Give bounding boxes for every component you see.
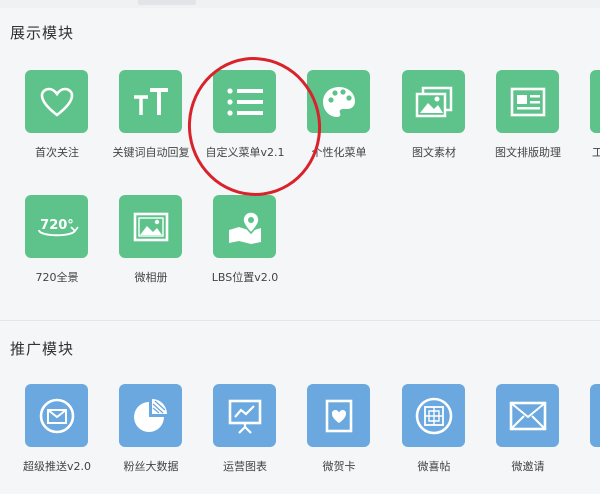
tile-lbs-location[interactable]: LBS位置v2.0 [200, 195, 290, 305]
tile-keyword-auto-reply[interactable]: 关键词自动回复 [106, 70, 196, 180]
tile-label: 图文排版助理 [495, 146, 561, 159]
photo-album-icon [119, 195, 182, 258]
section-divider [0, 320, 600, 321]
tile-label: 720全景 [35, 271, 79, 284]
text-size-icon [119, 70, 182, 133]
tile-label: 工 [592, 146, 600, 159]
map-pin-icon [213, 195, 276, 258]
partial-tile-icon [590, 384, 600, 447]
greeting-card-icon [307, 384, 370, 447]
images-icon [402, 70, 465, 133]
tile-label: 粉丝大数据 [123, 460, 179, 473]
tile-micro-album[interactable]: 微相册 [106, 195, 196, 305]
tile-720-panorama[interactable]: 720° 720全景 [12, 195, 102, 305]
tile-layout-assistant[interactable]: 图文排版助理 [483, 70, 573, 180]
mail-push-icon [25, 384, 88, 447]
newspaper-icon [496, 70, 559, 133]
tile-label: 微贺卡 [322, 460, 356, 473]
pie-chart-icon [119, 384, 182, 447]
section-title-display: 展示模块 [10, 24, 75, 42]
tile-label: 微相册 [134, 271, 168, 284]
wedding-invite-icon [402, 384, 465, 447]
tile-label: 微邀请 [511, 460, 545, 473]
presentation-chart-icon [213, 384, 276, 447]
heart-icon [25, 70, 88, 133]
top-toolbar [0, 0, 600, 8]
tile-label: 运营图表 [223, 460, 267, 473]
svg-text:720°: 720° [40, 218, 74, 233]
partial-tile-icon [590, 70, 600, 133]
toolbar-tab-stub[interactable] [138, 0, 196, 5]
invitation-envelope-icon [496, 384, 559, 447]
tile-first-follow[interactable]: 首次关注 [12, 70, 102, 180]
tile-label: 关键词自动回复 [112, 146, 190, 159]
tile-label: 微喜帖 [417, 460, 451, 473]
tile-label: 超级推送v2.0 [22, 460, 91, 473]
tile-partial[interactable]: 工 [577, 70, 600, 180]
section-title-promotion: 推广模块 [10, 340, 75, 358]
tile-label: LBS位置v2.0 [211, 271, 279, 284]
tile-label: 图文素材 [412, 146, 456, 159]
panorama-720-icon: 720° [25, 195, 88, 258]
tile-label: 首次关注 [35, 146, 79, 159]
tile-image-text-material[interactable]: 图文素材 [389, 70, 479, 180]
